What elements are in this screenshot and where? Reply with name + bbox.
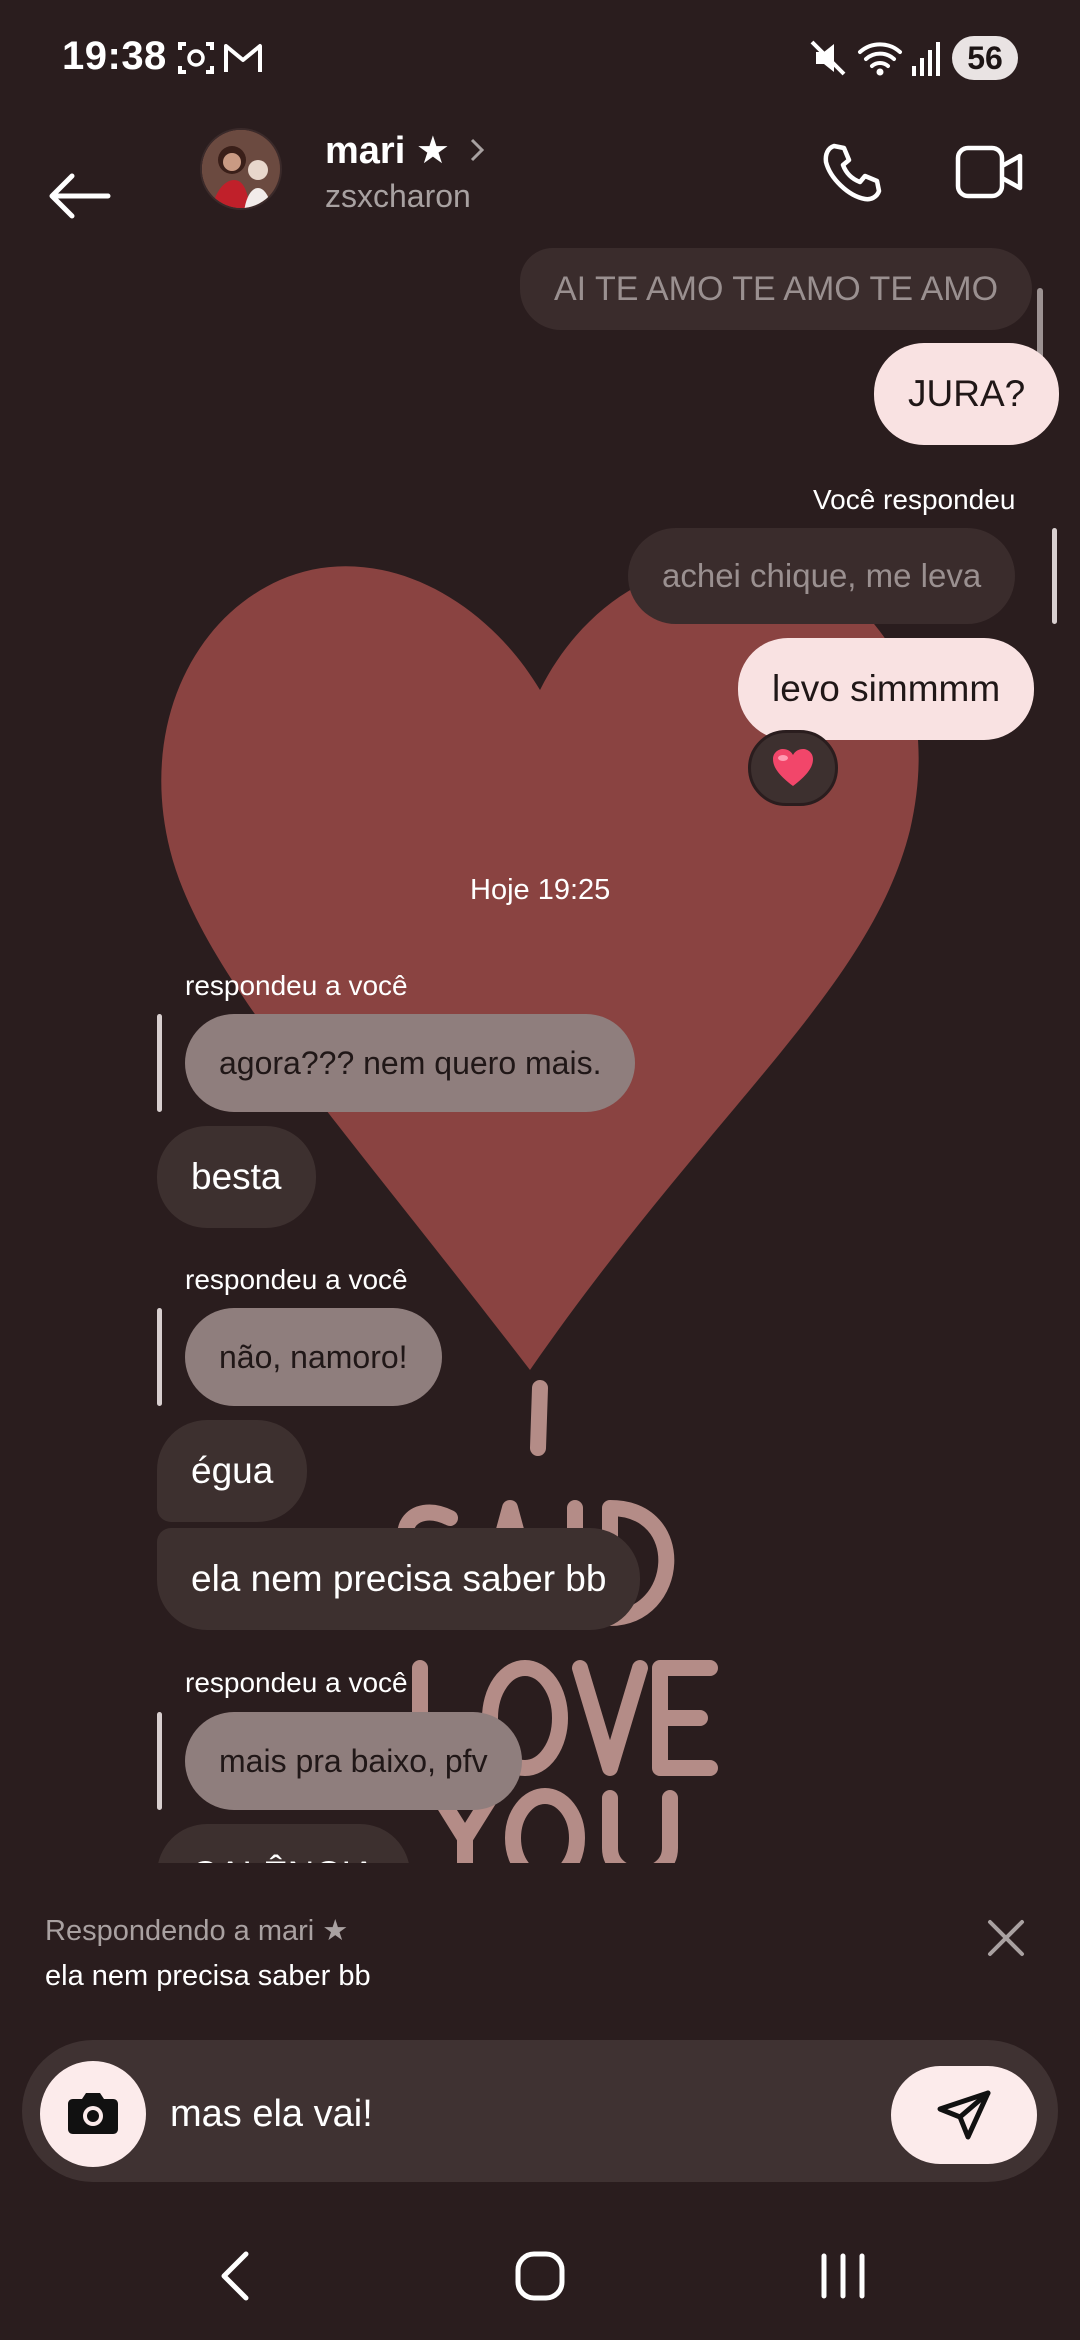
message-received[interactable]: CALÊNCIA [157, 1824, 411, 1863]
message-received[interactable]: ela nem precisa saber bb [157, 1528, 641, 1630]
replying-text: ela nem precisa saber bb [45, 1960, 371, 1992]
chat-thread[interactable]: AI TE AMO TE AMO TE AMO JURA? Você respo… [0, 248, 1080, 1863]
contact-username[interactable]: zsxcharon [325, 178, 471, 215]
message-text: égua [191, 1450, 274, 1491]
mute-icon [810, 40, 846, 76]
send-icon [937, 2090, 991, 2140]
reply-bar [157, 1712, 162, 1810]
camera-icon [68, 2093, 118, 2134]
quoted-message[interactable]: não, namoro! [185, 1308, 442, 1406]
status-time: 19:38 [62, 34, 167, 78]
nav-home-icon[interactable] [514, 2250, 566, 2302]
message-text: levo simmmm [772, 668, 1001, 709]
message-text: ela nem precisa saber bb [191, 1558, 607, 1599]
video-icon[interactable] [954, 142, 1026, 202]
quoted-text: não, namoro! [219, 1338, 408, 1375]
reply-label: Você respondeu [813, 484, 1016, 515]
message-text: besta [191, 1156, 282, 1197]
phone-icon[interactable] [820, 140, 886, 206]
message-sent[interactable]: JURA? [874, 343, 1060, 445]
nav-back-icon[interactable] [218, 2250, 254, 2302]
quoted-text: agora??? nem quero mais. [219, 1044, 602, 1081]
battery-indicator: 56 [952, 36, 1018, 80]
avatar[interactable] [200, 128, 282, 210]
date-separator: Hoje 19:25 [470, 874, 611, 906]
message-text: CALÊNCIA [191, 1854, 376, 1863]
heart-reaction[interactable] [748, 730, 838, 806]
message-received[interactable]: égua [157, 1420, 308, 1522]
signal-icon [912, 42, 940, 76]
back-arrow-icon[interactable] [44, 168, 112, 224]
message-text: AI TE AMO TE AMO TE AMO [554, 269, 999, 308]
reply-label: respondeu a você [185, 1264, 408, 1295]
camera-button[interactable] [40, 2061, 146, 2167]
quoted-text: achei chique, me leva [662, 557, 982, 594]
chat-header [0, 118, 1080, 248]
contact-name[interactable]: mari ★ [325, 128, 450, 173]
screenshot-icon [178, 42, 214, 74]
quoted-message[interactable]: achei chique, me leva [628, 528, 1016, 624]
reply-bar [157, 1014, 162, 1112]
quoted-text: mais pra baixo, pfv [219, 1742, 488, 1779]
reply-bar [1052, 528, 1057, 624]
reply-label: respondeu a você [185, 970, 408, 1001]
message-text: JURA? [908, 373, 1026, 414]
quoted-message[interactable]: mais pra baixo, pfv [185, 1712, 522, 1810]
reply-bar [157, 1308, 162, 1406]
message-input[interactable] [170, 2086, 870, 2142]
quoted-message[interactable]: agora??? nem quero mais. [185, 1014, 636, 1112]
status-bar: 19:38 56 [0, 0, 1080, 118]
message-sent[interactable]: levo simmmm [738, 638, 1035, 740]
send-button[interactable] [891, 2066, 1037, 2164]
chevron-right-icon[interactable] [466, 136, 488, 164]
gmail-icon [224, 44, 262, 72]
heart-icon [773, 749, 813, 786]
message-received[interactable]: besta [157, 1126, 316, 1228]
message-sent[interactable]: AI TE AMO TE AMO TE AMO [520, 248, 1033, 330]
reply-label: respondeu a você [185, 1667, 408, 1698]
nav-recents-icon[interactable] [818, 2252, 868, 2300]
close-icon[interactable] [986, 1918, 1026, 1958]
system-navigation-bar [0, 2200, 1080, 2340]
wifi-icon [858, 42, 902, 76]
replying-title: Respondendo a mari ★ [45, 1915, 349, 1947]
